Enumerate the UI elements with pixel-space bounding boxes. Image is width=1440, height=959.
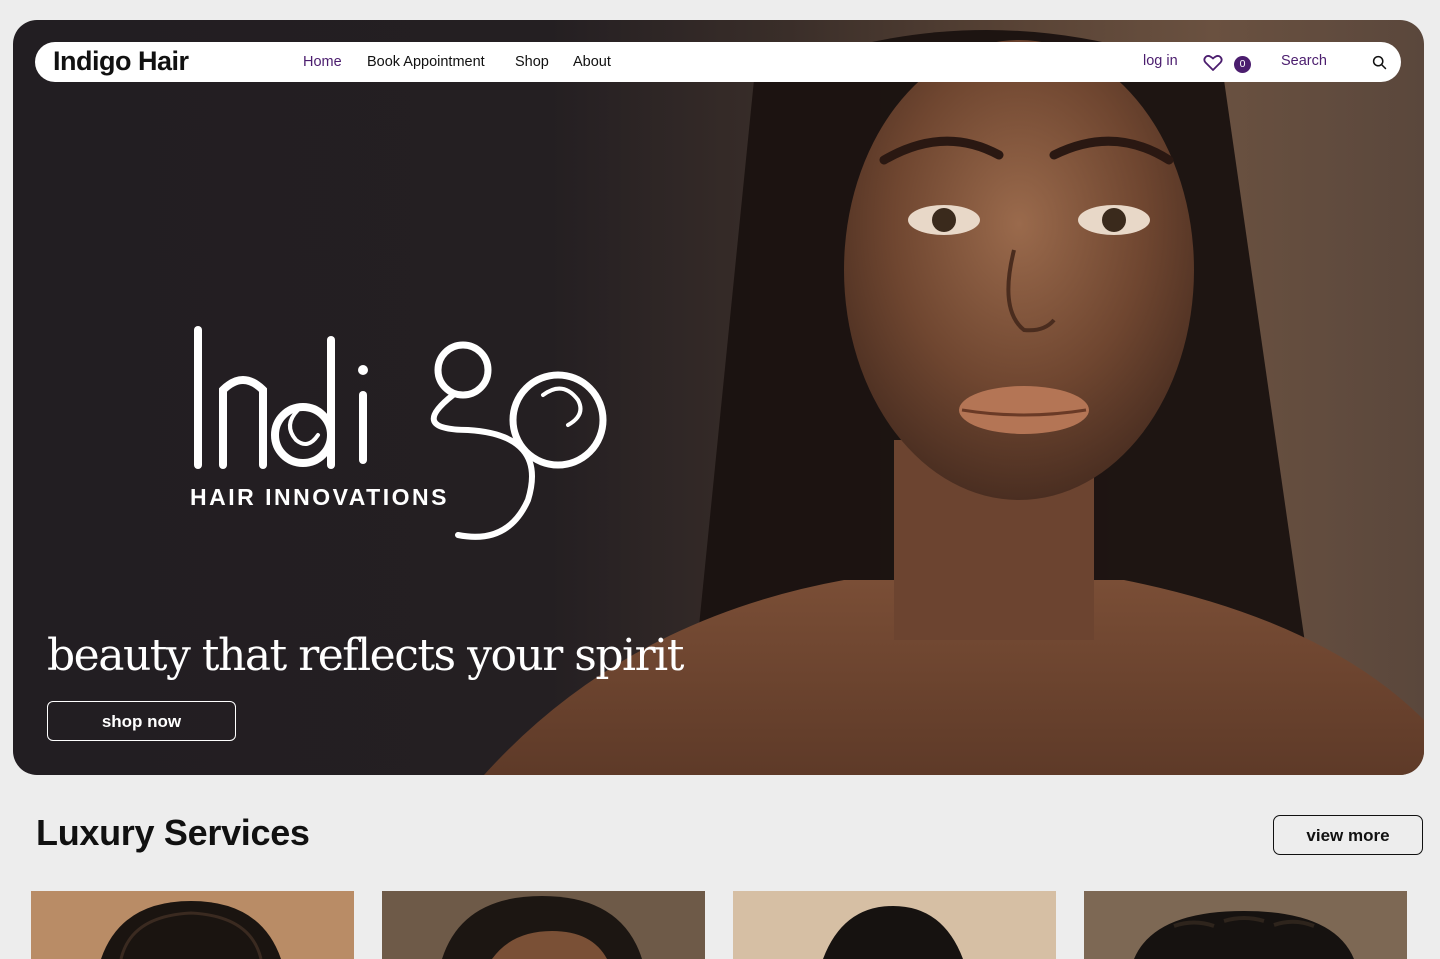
- service-card[interactable]: [733, 891, 1056, 959]
- service-card[interactable]: [1084, 891, 1407, 959]
- logo-subtext: HAIR INNOVATIONS: [190, 484, 449, 510]
- nav-book-appointment[interactable]: Book Appointment: [367, 54, 485, 70]
- shop-now-button[interactable]: shop now: [47, 701, 236, 741]
- login-link[interactable]: log in: [1143, 53, 1178, 69]
- hero-tagline: beauty that reflects your spirit: [47, 630, 684, 681]
- hero-banner: Indigo Hair Home Book Appointment Shop A…: [13, 20, 1424, 775]
- top-navbar: Indigo Hair Home Book Appointment Shop A…: [35, 42, 1401, 82]
- nav-about[interactable]: About: [573, 54, 611, 70]
- service-card-image: [382, 891, 705, 959]
- service-card-image: [31, 891, 354, 959]
- search-input[interactable]: Search: [1281, 53, 1327, 69]
- brand-logo[interactable]: Indigo Hair: [53, 46, 189, 77]
- service-card-image: [1084, 891, 1407, 959]
- search-icon[interactable]: [1372, 55, 1387, 70]
- luxury-services-heading: Luxury Services: [36, 812, 310, 853]
- indigo-hair-innovations-logo: HAIR INNOVATIONS: [190, 326, 607, 540]
- view-more-button[interactable]: view more: [1273, 815, 1423, 855]
- nav-home[interactable]: Home: [303, 54, 342, 70]
- service-card[interactable]: [382, 891, 705, 959]
- wishlist-count-badge: 0: [1234, 56, 1251, 73]
- service-card[interactable]: [31, 891, 354, 959]
- nav-shop[interactable]: Shop: [515, 54, 549, 70]
- heart-icon[interactable]: [1203, 54, 1223, 72]
- service-card-image: [733, 891, 1056, 959]
